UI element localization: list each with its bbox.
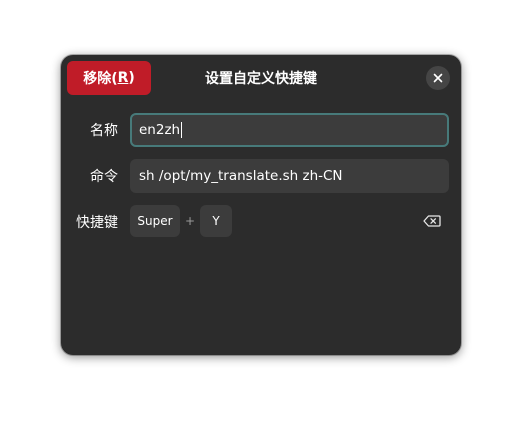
remove-button-label-end: ) [128,70,135,86]
backspace-icon [423,215,441,227]
shortcut-separator: + [185,214,196,228]
command-field-value: sh /opt/my_translate.sh zh-CN [139,168,343,184]
name-field[interactable]: en2zh [130,113,449,147]
shortcut-key-y: Y [200,205,232,237]
name-label: 名称 [90,123,118,139]
shortcut-label: 快捷键 [76,215,118,231]
dialog-title: 设置自定义快捷键 [205,71,317,87]
close-button[interactable] [426,66,450,90]
name-field-value: en2zh [139,122,181,138]
shortcut-key-super: Super [130,205,180,237]
clear-shortcut-button[interactable] [421,211,443,231]
command-label: 命令 [90,169,118,185]
remove-button[interactable]: 移除(R) [67,61,151,95]
text-caret [181,122,183,138]
remove-button-mnemonic: R [117,70,129,86]
shortcut-dialog: 移除(R) 设置自定义快捷键 名称 en2zh 命令 sh /opt/my_tr… [61,55,461,355]
command-field[interactable]: sh /opt/my_translate.sh zh-CN [130,159,449,193]
close-icon [433,73,443,83]
remove-button-label: 移除( [83,71,118,87]
